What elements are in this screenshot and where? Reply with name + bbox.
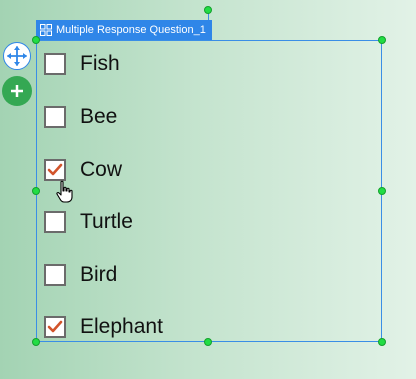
option-label: Bee bbox=[80, 105, 118, 128]
question-title-tab[interactable]: Multiple Response Question_1 bbox=[36, 20, 212, 40]
checkmark-icon bbox=[47, 320, 63, 333]
option-label: Elephant bbox=[80, 315, 163, 338]
grid-icon bbox=[40, 24, 52, 36]
resize-handle-middle-left[interactable] bbox=[32, 187, 40, 195]
plus-icon bbox=[11, 85, 23, 97]
option-label: Cow bbox=[80, 158, 123, 181]
resize-handle-bottom-left[interactable] bbox=[32, 338, 40, 346]
rotate-handle[interactable] bbox=[204, 6, 212, 14]
resize-handle-middle-right[interactable] bbox=[378, 187, 386, 195]
resize-handle-top-left[interactable] bbox=[32, 36, 40, 44]
hand-pointer-icon bbox=[56, 180, 73, 203]
resize-handle-bottom-right[interactable] bbox=[378, 338, 386, 346]
checkbox-checked[interactable] bbox=[44, 159, 66, 181]
question-frame[interactable] bbox=[36, 40, 382, 342]
option-label: Turtle bbox=[80, 210, 133, 233]
option-bird[interactable]: Bird bbox=[44, 262, 117, 288]
checkmark-icon bbox=[47, 163, 63, 176]
checkbox[interactable] bbox=[44, 264, 66, 286]
option-bee[interactable]: Bee bbox=[44, 104, 117, 130]
question-title: Multiple Response Question_1 bbox=[56, 24, 206, 36]
resize-handle-bottom-center[interactable] bbox=[204, 338, 212, 346]
move-button[interactable] bbox=[3, 42, 31, 70]
checkbox-checked[interactable] bbox=[44, 316, 66, 338]
option-label: Fish bbox=[80, 52, 120, 75]
add-button[interactable] bbox=[2, 76, 32, 106]
resize-handle-top-right[interactable] bbox=[378, 36, 386, 44]
checkbox[interactable] bbox=[44, 53, 66, 75]
option-turtle[interactable]: Turtle bbox=[44, 209, 133, 235]
checkbox[interactable] bbox=[44, 211, 66, 233]
option-label: Bird bbox=[80, 263, 118, 286]
option-elephant[interactable]: Elephant bbox=[44, 314, 163, 340]
checkbox[interactable] bbox=[44, 106, 66, 128]
option-fish[interactable]: Fish bbox=[44, 51, 120, 77]
move-arrows-icon bbox=[7, 46, 27, 66]
